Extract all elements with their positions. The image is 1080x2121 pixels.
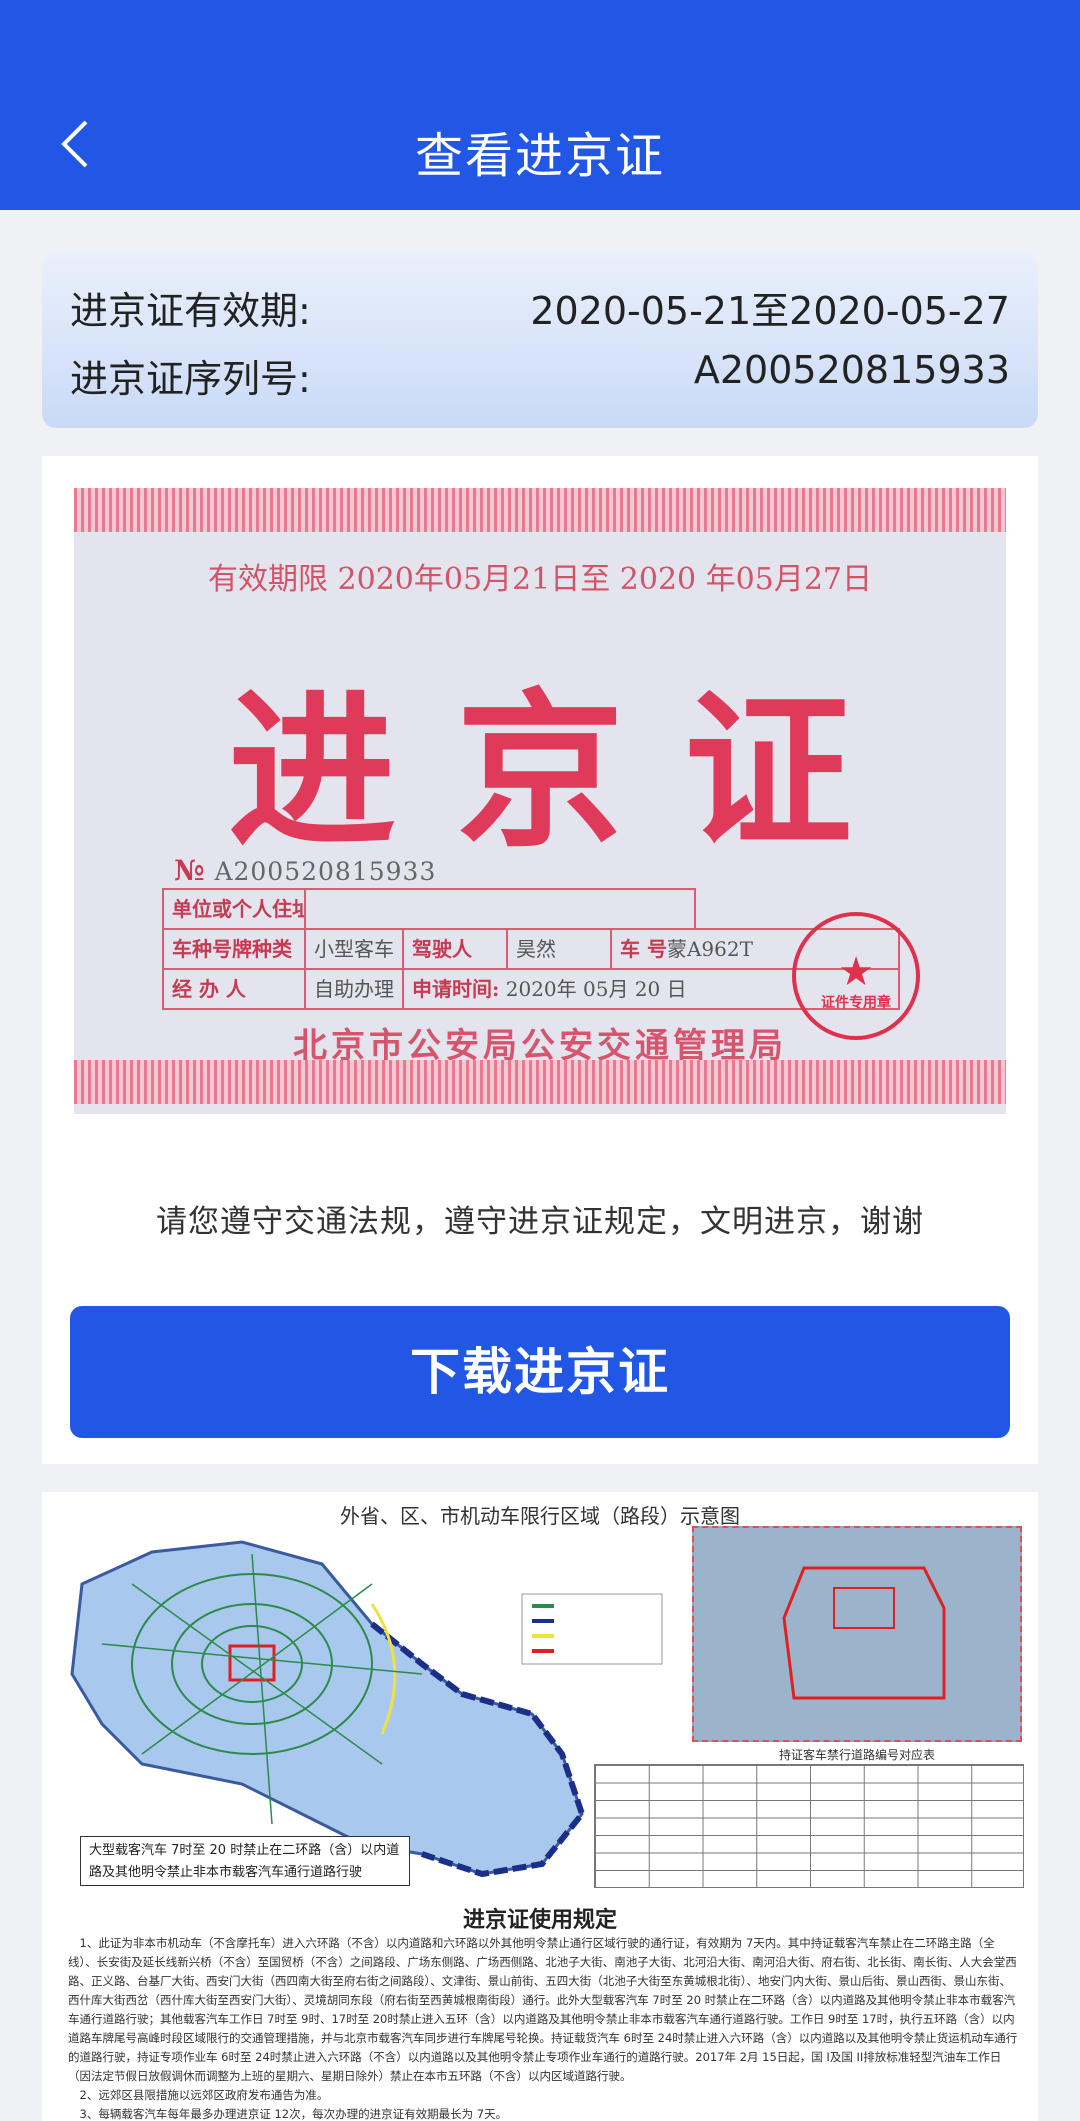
satellite-inset-map [692, 1526, 1022, 1742]
validity-label: 进京证有效期: [70, 289, 311, 333]
rules-title: 进京证使用规定 [462, 1908, 617, 1933]
permit-big-title: 进京证 [228, 672, 912, 870]
permit-border-top [74, 488, 1006, 532]
permit-number: № A200520815933 [174, 854, 436, 887]
page-title: 查看进京证 [414, 128, 665, 184]
download-permit-button[interactable]: 下载进京证 [70, 1306, 1010, 1438]
address-value [304, 888, 696, 930]
permit-border-bottom [74, 1060, 1006, 1104]
rule-item: 1、此证为非本市机动车（不含摩托车）进入六环路（不含）以内道路和六环路以外其他明… [68, 1936, 1018, 2083]
validity-value: 2020-05-21至2020-05-27 [530, 289, 1010, 333]
apply-label: 申请时间: [412, 977, 500, 1001]
permit-border-wave [74, 532, 1006, 546]
vehicle-type-value: 小型客车 [304, 928, 404, 970]
road-code-table [594, 1764, 1024, 1888]
permit-card: 有效期限 2020年05月21日至 2020 年05月27日 进京证 № A200… [42, 456, 1038, 1464]
app-header: 查看进京证 [0, 0, 1080, 210]
number-value: A200520815933 [214, 857, 437, 886]
rule-item: 2、远郊区县限措施以远郊区政府发布通告为准。 [79, 2088, 329, 2102]
handler-value: 自助办理 [304, 968, 404, 1010]
traffic-notice: 请您遵守交通法规，遵守进京证规定，文明进京，谢谢 [156, 1204, 924, 1240]
handler-label: 经 办 人 [162, 968, 306, 1010]
restriction-map-card: 外省、区、市机动车限行区域（路段）示意图 大型载客汽车 7时至 20 时禁止在二… [42, 1492, 1038, 2121]
rules-text: 1、此证为非本市机动车（不含摩托车）进入六环路（不含）以内道路和六环路以外其他明… [68, 1934, 1018, 2121]
number-label: № [174, 854, 205, 887]
plate-value: 蒙A962T [666, 937, 753, 961]
permit-validity-line: 有效期限 2020年05月21日至 2020 年05月27日 [208, 562, 872, 597]
restriction-note: 大型载客汽车 7时至 20 时禁止在二环路（含）以内道路及其他明令禁止非本市载客… [80, 1836, 410, 1886]
driver-label: 驾驶人 [402, 928, 508, 970]
address-label: 单位或个人住址 [162, 888, 306, 930]
seal-text: 证件专用章 [821, 995, 891, 1011]
plate-label: 车 号 [620, 937, 667, 961]
serial-label: 进京证序列号: [70, 357, 311, 401]
star-icon: ★ [838, 949, 874, 995]
rule-item: 3、每辆载客汽车每年最多办理进京证 12次，每次办理的进京证有效期最长为 7天。 [79, 2107, 508, 2121]
code-table-title: 持证客车禁行道路编号对应表 [778, 1748, 935, 1762]
permit-image: 有效期限 2020年05月21日至 2020 年05月27日 进京证 № A200… [74, 488, 1006, 1114]
vehicle-type-label: 车种号牌种类 [162, 928, 306, 970]
serial-value: A200520815933 [693, 348, 1010, 392]
driver-value: 昊然 [506, 928, 612, 970]
apply-value: 2020年 05月 20 日 [505, 977, 687, 1001]
